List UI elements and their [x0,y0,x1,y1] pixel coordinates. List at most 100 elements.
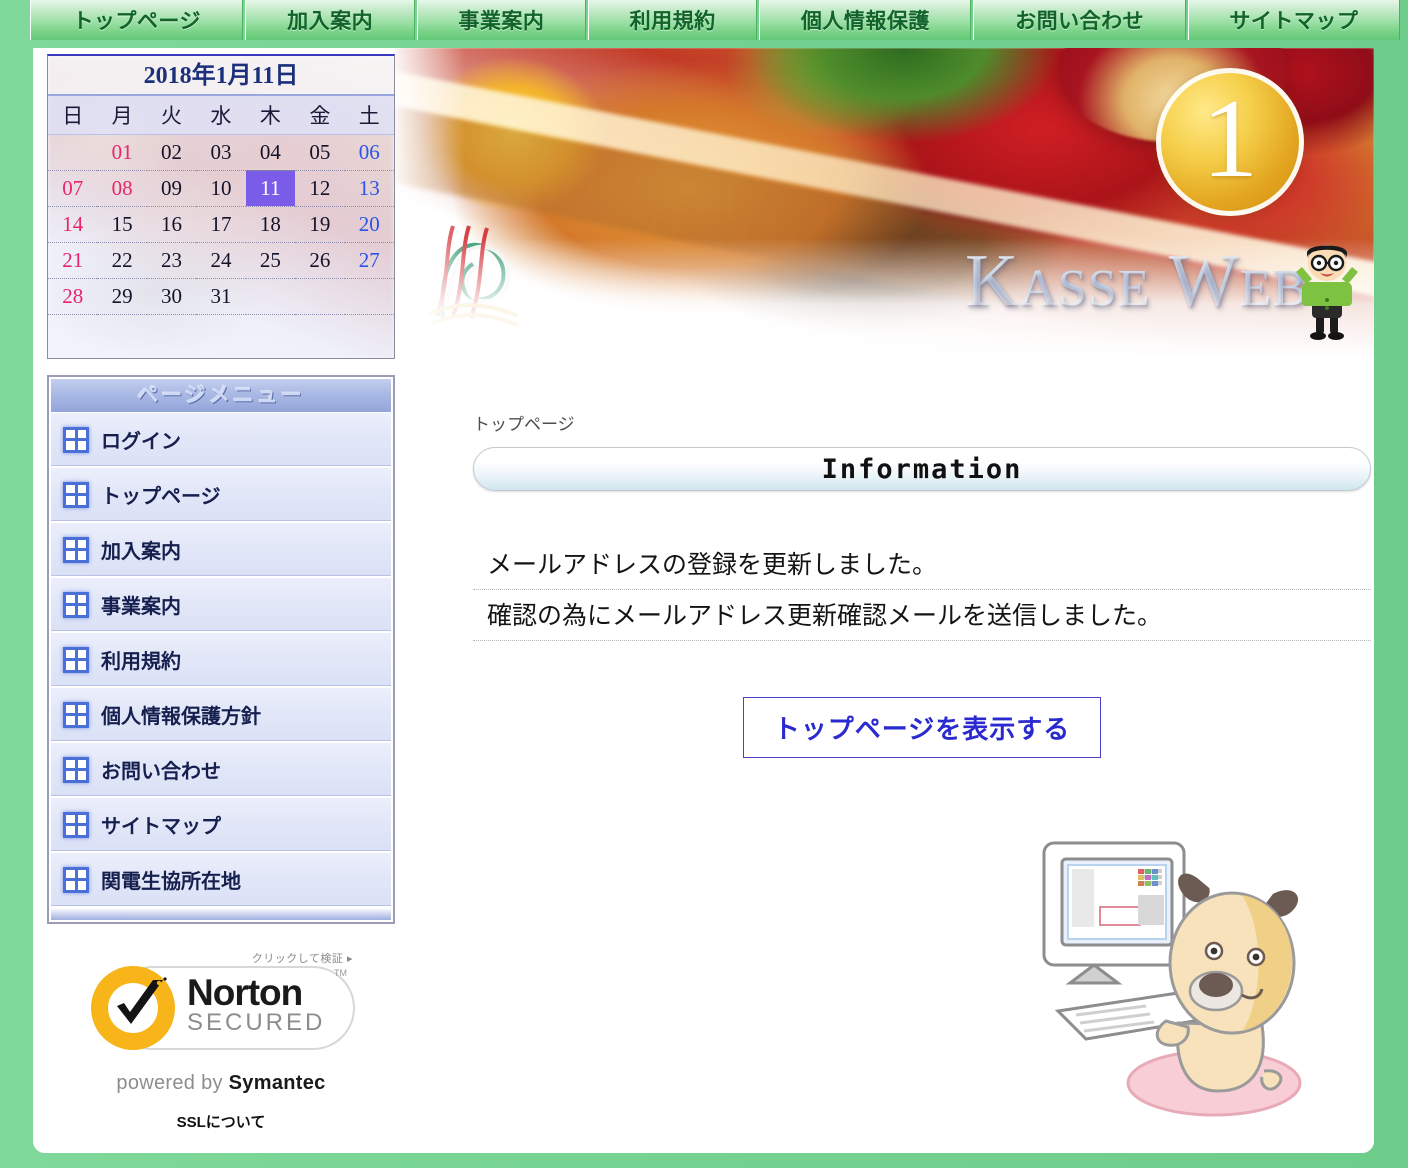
site-logo-wordmark: Kasse Web [964,240,1308,322]
calendar-day-cell[interactable]: 23 [146,242,197,279]
calendar-day-cell[interactable]: 29 [97,278,147,315]
calendar-day-cell[interactable]: 05 [295,134,345,171]
menu-item-privacy-policy-label: 個人情報保護方針 [101,706,261,728]
show-top-page-button[interactable]: トップページを表示する [742,697,1102,758]
calendar-day-cell[interactable]: 17 [196,206,246,243]
nav-terms-label: 利用規約 [629,10,716,33]
norton-secured-seal[interactable]: クリックして検証 ▸ Norton SECURED TM powered by … [47,950,395,1132]
calendar-body: 01 02 03 04 05 06 07 08 09 10 11 12 13 14 15 16 17 18 19 20… [48,134,394,315]
menu-item-privacy-policy[interactable]: 個人情報保護方針 [51,688,391,743]
calendar-weekday-tue: 火 [146,96,197,135]
calendar-day-cell[interactable]: 07 [48,170,98,207]
information-heading-banner: Information [473,447,1371,491]
grid-squares-icon [63,646,89,673]
menu-item-terms-label: 利用規約 [101,651,181,673]
nav-join-guide-label: 加入案内 [287,10,374,33]
menu-item-business-guide[interactable]: 事業案内 [51,578,391,633]
breadcrumb[interactable]: トップページ [473,410,1344,435]
calendar-day-cell[interactable]: 26 [295,242,345,279]
calendar-day-cell[interactable]: 18 [245,206,296,243]
calendar-week-row: 14 15 16 17 18 19 20 [48,206,394,243]
grid-squares-icon [63,481,89,508]
norton-seal-graphic[interactable]: Norton SECURED TM [87,960,355,1068]
menu-item-contact-label: お問い合わせ [101,761,221,783]
menu-item-location[interactable]: 関電生協所在地 [51,853,391,908]
page-menu-title: ページメニュー [51,379,391,413]
page-menu-items: ログイントップページ 加入案内事業案内利用規約個人情報保護方針 お問い合わせ サイトマ… [51,413,391,908]
norton-brand-label: Norton [187,972,303,1013]
calendar-day-cell[interactable]: 09 [146,170,197,207]
grid-squares-icon [63,811,89,838]
month-badge: 1 [1156,68,1304,216]
calendar-day-cell[interactable]: 08 [97,170,147,207]
calendar-day-cell[interactable]: 28 [48,278,98,315]
calendar-day-cell[interactable]: 06 [344,134,394,171]
nav-top-page[interactable]: トップページ [30,0,244,40]
calendar-weekday-sun: 日 [48,96,98,135]
nav-terms[interactable]: 利用規約 [587,0,758,40]
menu-item-sitemap-label: サイトマップ [101,816,221,838]
calendar-day-cell[interactable]: 30 [146,278,197,315]
main-content: トップページ Information メールアドレスの登録を更新しました。 確認… [395,358,1374,1153]
calendar-day-cell[interactable]: 21 [48,242,98,279]
calendar-day-cell[interactable]: 15 [97,206,147,243]
calendar-day-cell[interactable]: 03 [196,134,246,171]
symantec-brand-label: Symantec [228,1072,326,1094]
menu-item-join-guide-label: 加入案内 [101,541,181,563]
menu-item-top-page-label: トップページ [101,486,221,508]
nav-join-guide[interactable]: 加入案内 [245,0,415,40]
menu-item-top-page[interactable]: トップページ [51,468,391,523]
page-menu-footer-bar [51,908,391,920]
menu-item-join-guide[interactable]: 加入案内 [51,523,391,578]
calendar-day-cell[interactable]: 11 [245,170,296,207]
menu-item-login[interactable]: ログイン [51,413,391,468]
norton-checkmark-icon [117,977,167,1024]
menu-item-sitemap[interactable]: サイトマップ [51,798,391,853]
calendar-empty-cell [245,278,296,315]
nav-sitemap[interactable]: サイトマップ [1187,0,1400,40]
norton-seal-text: Norton SECURED [187,972,326,1036]
calendar-day-cell[interactable]: 20 [344,206,394,243]
calendar-weekday-mon: 月 [97,96,147,135]
calendar-day-cell[interactable]: 22 [97,242,147,279]
grid-squares-icon [63,756,89,783]
calendar-weekday-fri: 金 [295,96,345,135]
nav-privacy[interactable]: 個人情報保護 [759,0,972,40]
norton-secured-label: SECURED [187,1009,326,1036]
calendar-day-cell[interactable]: 01 [97,134,147,171]
calendar-day-cell[interactable]: 31 [196,278,246,315]
calendar-day-cell[interactable]: 25 [245,242,296,279]
menu-item-contact[interactable]: お問い合わせ [51,743,391,798]
nav-business-guide-label: 事業案内 [458,10,545,33]
norton-powered-by: powered by Symantec [47,1072,395,1095]
mascot-man-icon [1296,245,1358,340]
calendar-day-cell[interactable]: 19 [295,206,345,243]
calendar-day-cell[interactable]: 16 [146,206,197,243]
nav-contact-label: お問い合わせ [1015,10,1145,33]
menu-item-location-label: 関電生協所在地 [101,871,241,893]
norton-powered-prefix: powered by [116,1072,229,1094]
calendar-day-cell[interactable]: 14 [48,206,98,243]
calendar-week-row: 07 08 09 10 11 12 13 [48,170,394,207]
calendar-day-cell[interactable]: 02 [146,134,197,171]
norton-trademark-label: TM [334,968,347,978]
calendar-day-cell[interactable]: 04 [245,134,296,171]
calendar-title: 2018年1月11日 [48,56,394,96]
calendar-day-cell[interactable]: 27 [344,242,394,279]
nav-contact[interactable]: お問い合わせ [973,0,1186,40]
menu-item-terms[interactable]: 利用規約 [51,633,391,688]
calendar-weekday-sat: 土 [344,96,394,135]
message-row: メールアドレスの登録を更新しました。 [473,539,1371,590]
calendar-empty-cell [295,278,345,315]
calendar-week-row: 28 29 30 31 [48,278,394,315]
ssl-info-link[interactable]: SSLについて [47,1111,395,1132]
calendar-day-cell[interactable]: 12 [295,170,345,207]
grid-squares-icon [63,866,89,893]
calendar-day-cell[interactable]: 24 [196,242,246,279]
calendar-day-cell[interactable]: 13 [344,170,394,207]
nav-business-guide[interactable]: 事業案内 [416,0,586,40]
message-list: メールアドレスの登録を更新しました。 確認の為にメールアドレス更新確認メールを送… [473,539,1371,641]
page-menu: ページメニュー ログイントップページ 加入案内事業案内利用規約個人情報保護方針 お問… [47,375,395,924]
grid-squares-icon [63,426,89,453]
calendar-day-cell[interactable]: 10 [196,170,246,207]
